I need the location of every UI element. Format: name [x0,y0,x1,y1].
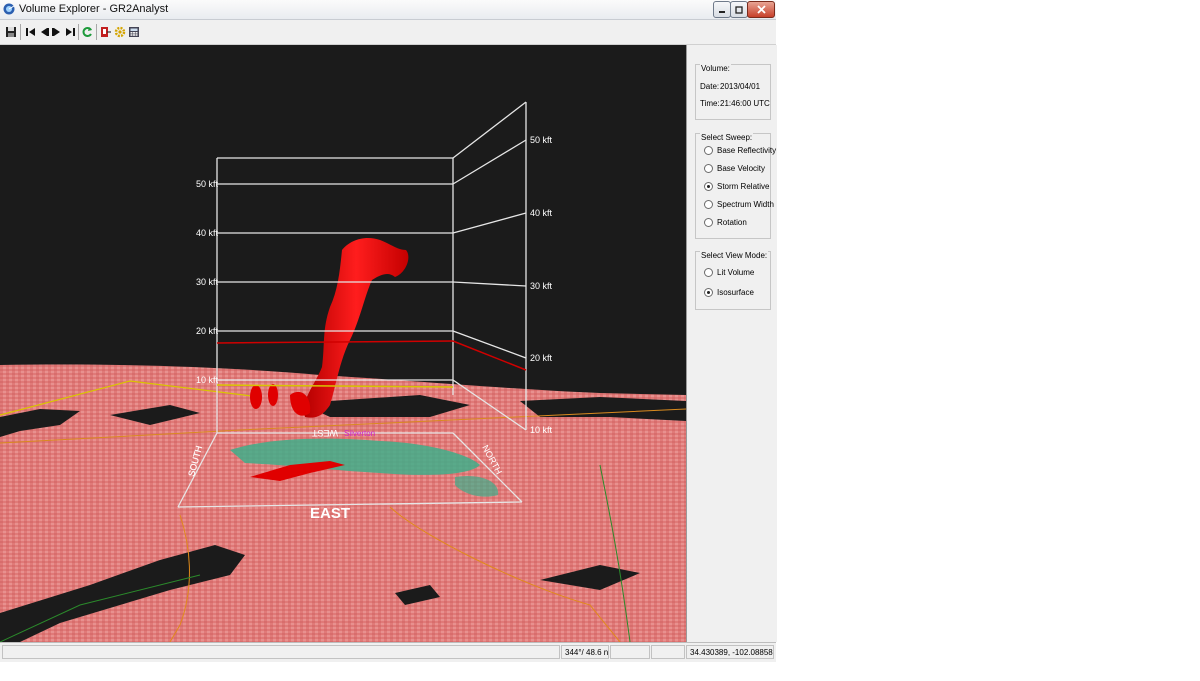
minimize-button[interactable] [713,1,731,18]
skip-back-icon [26,28,35,36]
last-frame-button[interactable] [63,24,77,40]
select-view-mode-title: Select View Mode: [700,251,769,260]
altitude-label-right: 50 kft [530,135,553,145]
toolbar [0,20,776,45]
status-azimuth-range: 344°/ 48.6 nm [561,645,609,659]
sweep-option-label: Rotation [717,218,747,227]
settings-button[interactable] [113,24,127,40]
status-coordinates: 34.430389, -102.088585 [686,645,774,659]
radio-button[interactable] [704,164,713,173]
first-frame-button[interactable] [24,24,38,40]
step-back-icon [41,28,49,36]
close-icon [756,5,766,14]
volume-explorer-window: Volume Explorer - GR2Analyst 50 kft 40 k… [0,0,777,662]
sweep-option-base-reflectivity[interactable]: Base Reflectivity [704,146,776,155]
refresh-button[interactable] [80,24,94,40]
refresh-icon [82,27,92,37]
calculator-button[interactable] [127,24,141,40]
altitude-label-right: 10 kft [530,425,553,435]
sweep-option-rotation[interactable]: Rotation [704,218,747,227]
time-value: 21:46:00 UTC [720,99,770,108]
step-forward-icon [52,28,60,36]
view-mode-lit-volume[interactable]: Lit Volume [704,268,754,277]
time-label: Time: [700,99,720,108]
close-button[interactable] [747,1,775,18]
export-button[interactable] [98,24,112,40]
view-mode-isosurface[interactable]: Isosurface [704,288,754,297]
window-title: Volume Explorer - GR2Analyst [19,3,169,15]
sweep-option-label: Base Velocity [717,164,766,173]
sweep-option-label: Storm Relative [717,182,770,191]
maximize-icon [735,5,743,14]
storm-isosurface [268,384,278,406]
title-bar[interactable]: Volume Explorer - GR2Analyst [0,0,776,20]
date-label: Date: [700,82,720,91]
sweep-option-base-velocity[interactable]: Base Velocity [704,164,765,173]
radar-3d-scene: 50 kft 40 kft 30 kft 20 kft 10 kft 50 kf… [0,101,686,642]
sweep-plane-line [452,340,527,371]
altitude-label-left: 50 kft [196,179,219,189]
altitude-label-right: 40 kft [530,208,553,218]
date-value: 2013/04/01 [720,82,761,91]
skip-forward-icon [66,28,75,36]
app-icon [3,3,15,15]
radio-button[interactable] [704,218,713,227]
select-view-mode-group: Select View Mode: Lit Volume Isosurface [695,251,771,310]
export-icon [101,27,111,37]
status-bar: 344°/ 48.6 nm 34.430389, -102.088585 [0,642,776,662]
minimize-icon [719,10,725,13]
view-mode-label: Isosurface [717,288,754,297]
view-mode-label: Lit Volume [717,268,755,277]
sweep-option-storm-relative[interactable]: Storm Relative [704,182,769,191]
calculator-icon [129,27,139,37]
previous-frame-button[interactable] [37,24,51,40]
control-panel: Volume: Date: 2013/04/01 Time: 21:46:00 … [686,45,777,642]
maximize-button[interactable] [730,1,748,18]
select-sweep-title: Select Sweep: [700,133,754,142]
altitude-label-left: 40 kft [196,228,219,238]
east-axis-label: EAST [310,505,350,522]
sweep-option-label: Spectrum Width [717,200,774,209]
altitude-label-left: 30 kft [196,277,219,287]
status-pane-empty [651,645,685,659]
altitude-label-right: 20 kft [530,353,553,363]
status-pane-empty [2,645,560,659]
altitude-label-right: 30 kft [530,281,553,291]
volume-group: Volume: Date: 2013/04/01 Time: 21:46:00 … [695,64,771,120]
sweep-option-spectrum-width[interactable]: Spectrum Width [704,200,774,209]
storm-isosurface [250,385,262,409]
next-frame-button[interactable] [50,24,64,40]
radar-3d-viewport[interactable]: 50 kft 40 kft 30 kft 20 kft 10 kft 50 kf… [0,45,686,642]
radio-button[interactable] [704,146,713,155]
west-axis-label: WEST [311,428,338,438]
gear-icon [114,26,126,38]
save-button[interactable] [4,24,18,40]
floppy-disk-icon [6,27,16,37]
altitude-label-left: 20 kft [196,326,219,336]
select-sweep-group: Select Sweep: Base Reflectivity Base Vel… [695,133,776,239]
radio-button[interactable] [704,268,713,277]
altitude-label-left: 10 kft [196,375,219,385]
place-label: Silverton [344,429,375,438]
radio-button[interactable] [704,200,713,209]
radio-button-selected[interactable] [704,288,713,297]
radio-button-selected[interactable] [704,182,713,191]
status-pane-empty [610,645,650,659]
sweep-plane-line [216,340,454,344]
sweep-option-label: Base Reflectivity [717,146,777,155]
volume-group-title: Volume: [700,64,731,73]
